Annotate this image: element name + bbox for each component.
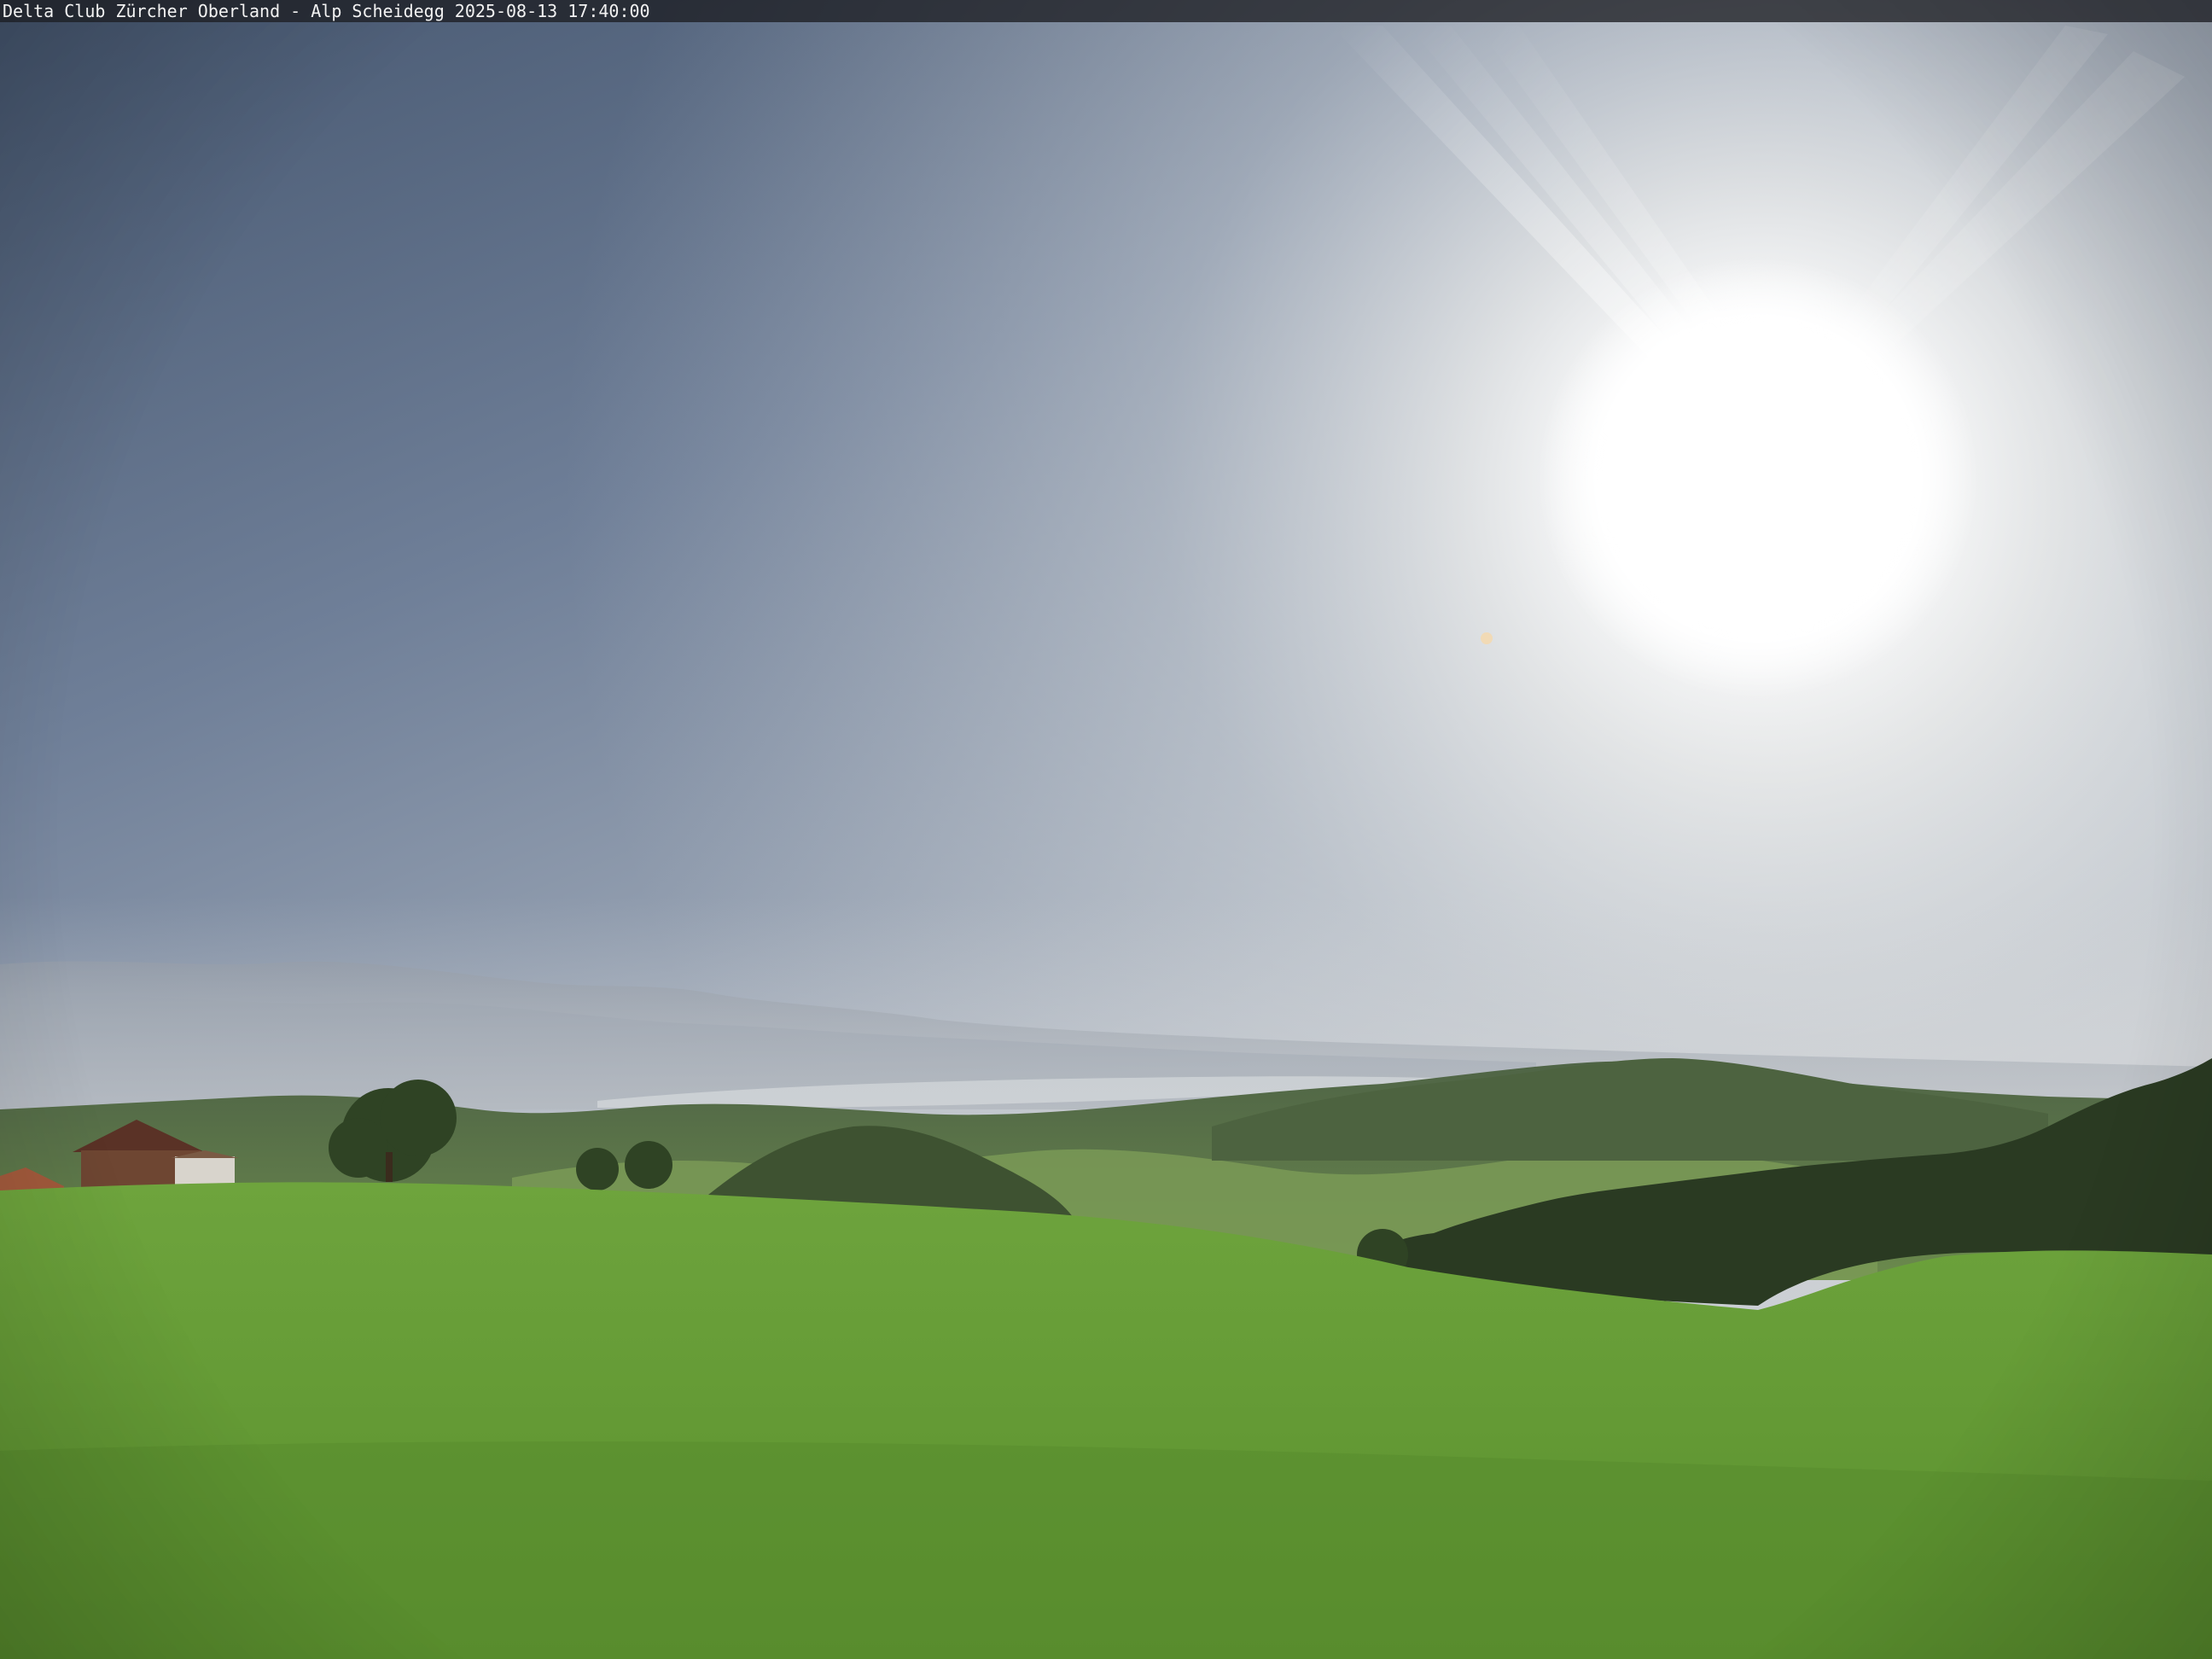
lens-vignette (0, 0, 2212, 1659)
caption-bar: Delta Club Zürcher Oberland - Alp Scheid… (0, 0, 2212, 22)
caption-text: Delta Club Zürcher Oberland - Alp Scheid… (3, 1, 650, 21)
webcam-image: Delta Club Zürcher Oberland - Alp Scheid… (0, 0, 2212, 1659)
